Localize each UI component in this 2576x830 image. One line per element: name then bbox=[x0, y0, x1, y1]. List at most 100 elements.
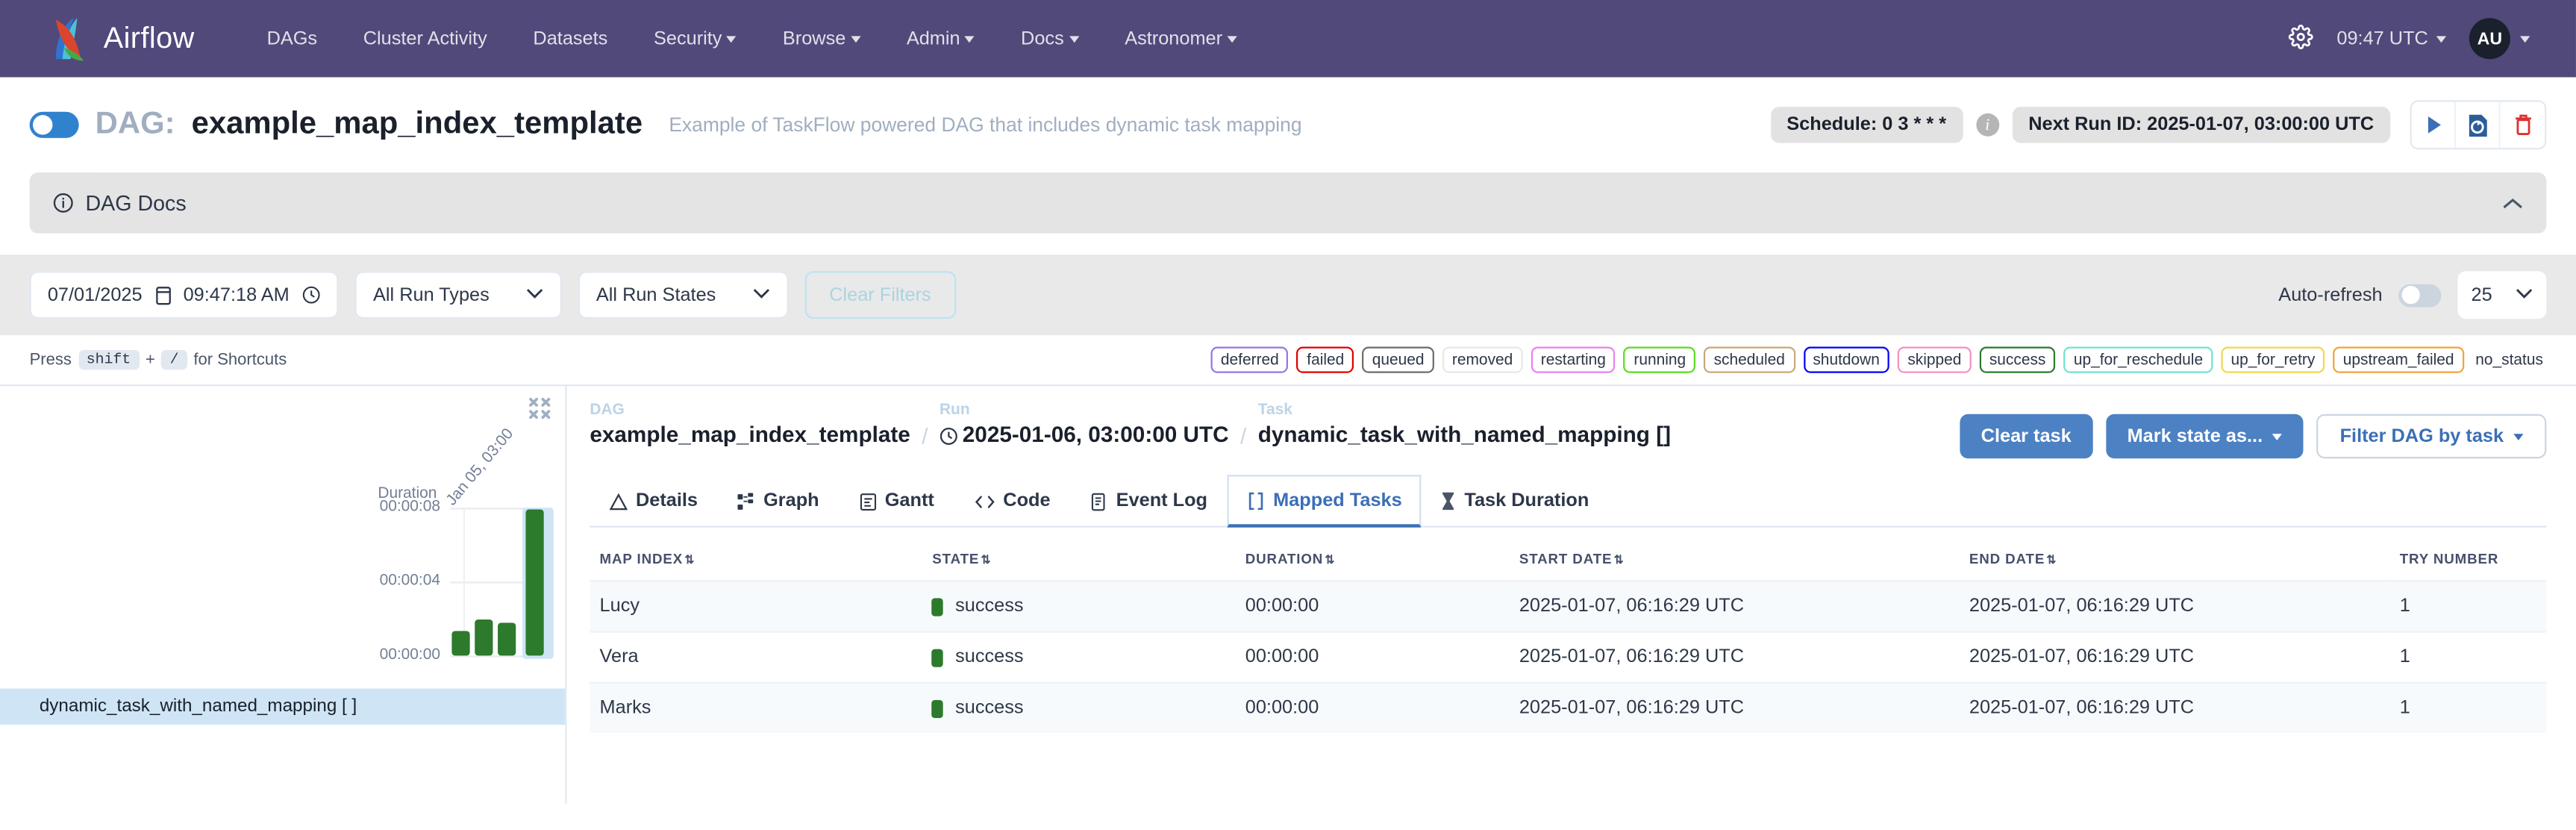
nav-link-label: DAGs bbox=[267, 29, 318, 49]
table-row[interactable]: Lucy success 00:00:00 2025-01-07, 06:16:… bbox=[590, 581, 2546, 631]
run-state-filter[interactable]: All Run States bbox=[578, 271, 789, 319]
collapse-icon[interactable] bbox=[529, 398, 551, 424]
schedule-badge: Schedule: 0 3 * * * bbox=[1770, 107, 1963, 143]
clear-task-button[interactable]: Clear task bbox=[1960, 414, 2092, 458]
time-value: 09:47:18 AM bbox=[184, 285, 290, 305]
chart-bar[interactable] bbox=[475, 620, 493, 655]
legend-badge-upstream-failed[interactable]: upstream_failed bbox=[2333, 347, 2464, 373]
mark-state-button[interactable]: Mark state as... bbox=[2106, 414, 2304, 458]
timezone-label: 09:47 UTC bbox=[2336, 29, 2427, 49]
chevron-down-icon bbox=[2272, 433, 2282, 440]
column-header-map-index[interactable]: MAP INDEX⇅ bbox=[590, 534, 922, 581]
clear-dag-button[interactable] bbox=[2456, 102, 2500, 148]
legend-badge-failed[interactable]: failed bbox=[1297, 347, 1354, 373]
state-indicator-icon bbox=[932, 597, 943, 615]
nav-link-dags[interactable]: DAGs bbox=[244, 19, 340, 58]
legend-badge-success[interactable]: success bbox=[1980, 347, 2056, 373]
grid-task-label: dynamic_task_with_named_mapping [ ] bbox=[40, 696, 357, 716]
nav-link-cluster-activity[interactable]: Cluster Activity bbox=[340, 19, 510, 58]
brand-logo-link[interactable]: Airflow bbox=[30, 14, 195, 63]
dag-prefix-label: DAG: bbox=[96, 107, 175, 143]
breadcrumb-run-value-wrap[interactable]: 2025-01-06, 03:00:00 UTC bbox=[940, 421, 1229, 450]
nav-link-label: Astronomer bbox=[1125, 29, 1222, 49]
grid-task-row[interactable]: dynamic_task_with_named_mapping [ ] bbox=[0, 688, 565, 724]
trigger-dag-button[interactable] bbox=[2412, 102, 2456, 148]
nav-links: DAGs Cluster Activity Datasets Security … bbox=[244, 19, 1260, 58]
tab-task-duration[interactable]: Task Duration bbox=[1422, 475, 1609, 525]
legend-badge-removed[interactable]: removed bbox=[1442, 347, 1523, 373]
main-content: Duration Jan 05, 03:00 00:00:08 00:00:04… bbox=[0, 384, 2576, 803]
legend-badge-no-status[interactable]: no_status bbox=[2472, 349, 2547, 372]
cell-map-index: Marks bbox=[590, 683, 922, 733]
breadcrumb-dag-value[interactable]: example_map_index_template bbox=[590, 421, 910, 450]
run-type-filter[interactable]: All Run Types bbox=[355, 271, 562, 319]
info-icon[interactable]: i bbox=[1976, 113, 1999, 137]
gantt-icon bbox=[858, 492, 876, 510]
legend-badge-skipped[interactable]: skipped bbox=[1898, 347, 1972, 373]
nav-link-astronomer[interactable]: Astronomer bbox=[1101, 19, 1260, 58]
table-row[interactable]: Vera success 00:00:00 2025-01-07, 06:16:… bbox=[590, 631, 2546, 682]
legend-badge-deferred[interactable]: deferred bbox=[1211, 347, 1289, 373]
chevron-down-icon bbox=[851, 35, 860, 42]
chart-bar[interactable] bbox=[525, 509, 543, 655]
avatar: AU bbox=[2469, 18, 2510, 59]
tab-gantt[interactable]: Gantt bbox=[839, 475, 954, 525]
dag-docs-panel[interactable]: DAG Docs bbox=[30, 172, 2547, 233]
table-row[interactable]: Marks success 00:00:00 2025-01-07, 06:16… bbox=[590, 683, 2546, 733]
nav-link-browse[interactable]: Browse bbox=[760, 19, 884, 58]
filter-dag-by-task-button[interactable]: Filter DAG by task bbox=[2317, 414, 2547, 458]
legend-badge-up-for-retry[interactable]: up_for_retry bbox=[2221, 347, 2325, 373]
chart-bar[interactable] bbox=[451, 631, 469, 655]
legend-badge-up-for-reschedule[interactable]: up_for_reschedule bbox=[2064, 347, 2213, 373]
tab-graph[interactable]: Graph bbox=[717, 475, 839, 525]
breadcrumb-task-value[interactable]: dynamic_task_with_named_mapping [] bbox=[1258, 421, 1671, 450]
chevron-up-icon[interactable] bbox=[2502, 190, 2524, 215]
nav-link-admin[interactable]: Admin bbox=[884, 19, 998, 58]
sort-icon: ⇅ bbox=[1325, 555, 1335, 567]
mapped-tasks-table: MAP INDEX⇅ STATE⇅ DURATION⇅ START DATE⇅ … bbox=[590, 534, 2546, 732]
legend-badge-shutdown[interactable]: shutdown bbox=[1803, 347, 1889, 373]
column-header-end-date[interactable]: END DATE⇅ bbox=[1960, 534, 2390, 581]
breadcrumb-separator: / bbox=[1240, 424, 1246, 450]
page-size-select[interactable]: 25 bbox=[2458, 271, 2546, 319]
run-type-value: All Run Types bbox=[373, 285, 490, 305]
tab-label: Graph bbox=[763, 491, 819, 511]
trash-icon[interactable] bbox=[2501, 102, 2545, 148]
hourglass-icon bbox=[1442, 491, 1457, 511]
dag-action-buttons bbox=[2410, 100, 2547, 149]
chart-bar[interactable] bbox=[498, 622, 516, 655]
column-header-start-date[interactable]: START DATE⇅ bbox=[1510, 534, 1960, 581]
tab-mapped-tasks[interactable]: Mapped Tasks bbox=[1227, 475, 1422, 527]
breadcrumb-task: Task dynamic_task_with_named_mapping [] bbox=[1258, 401, 1671, 450]
legend-badge-queued[interactable]: queued bbox=[1362, 347, 1434, 373]
info-icon bbox=[52, 193, 74, 214]
gear-icon[interactable] bbox=[2289, 24, 2314, 54]
dag-docs-label: DAG Docs bbox=[85, 190, 186, 215]
code-icon bbox=[974, 492, 995, 510]
shortcuts-hint: Press shift + / for Shortcuts bbox=[30, 350, 287, 369]
nav-link-docs[interactable]: Docs bbox=[998, 19, 1101, 58]
column-label: STATE bbox=[932, 551, 979, 567]
tab-event-log[interactable]: Event Log bbox=[1070, 475, 1227, 525]
task-details-panel: DAG example_map_index_template / Run 202… bbox=[567, 386, 2576, 803]
datetime-filter[interactable]: 07/01/2025 09:47:18 AM bbox=[30, 271, 339, 319]
nav-link-security[interactable]: Security bbox=[631, 19, 760, 58]
clear-filters-button[interactable]: Clear Filters bbox=[804, 271, 956, 319]
cell-start-date: 2025-01-07, 06:16:29 UTC bbox=[1510, 683, 1960, 733]
tab-details[interactable]: Details bbox=[590, 475, 717, 525]
cell-end-date: 2025-01-07, 06:16:29 UTC bbox=[1960, 683, 2390, 733]
timezone-selector[interactable]: 09:47 UTC bbox=[2336, 29, 2446, 49]
auto-refresh-toggle[interactable] bbox=[2399, 284, 2442, 307]
page-size-value: 25 bbox=[2472, 285, 2492, 305]
legend-badge-scheduled[interactable]: scheduled bbox=[1704, 347, 1795, 373]
chart-ytick: 00:00:00 bbox=[380, 646, 440, 664]
tab-code[interactable]: Code bbox=[954, 475, 1070, 525]
legend-badge-restarting[interactable]: restarting bbox=[1531, 347, 1616, 373]
chevron-down-icon bbox=[752, 286, 770, 304]
nav-link-datasets[interactable]: Datasets bbox=[510, 19, 631, 58]
user-menu[interactable]: AU bbox=[2469, 18, 2530, 59]
column-header-state[interactable]: STATE⇅ bbox=[922, 534, 1235, 581]
column-header-duration[interactable]: DURATION⇅ bbox=[1236, 534, 1510, 581]
legend-badge-running[interactable]: running bbox=[1624, 347, 1695, 373]
dag-pause-toggle[interactable] bbox=[30, 112, 79, 138]
